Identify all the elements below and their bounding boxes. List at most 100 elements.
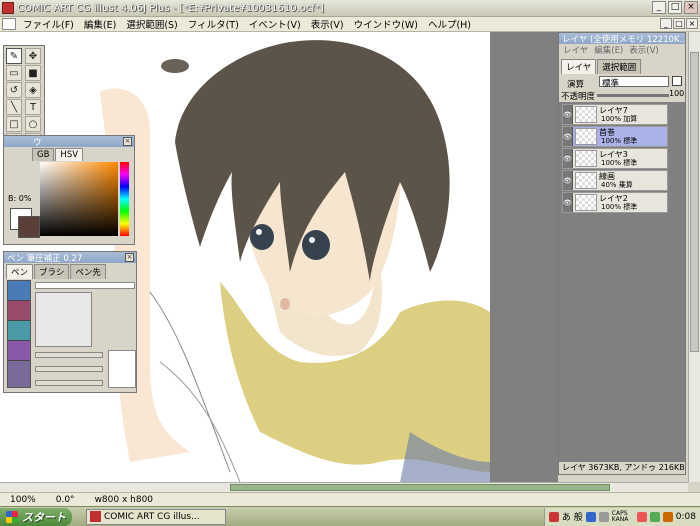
layer-memory-footer: レイヤ 3673KB, アンドゥ 216KB: [559, 462, 685, 474]
layer-panel: レイヤ (全使用メモリ 12210K… レイヤ 編集(E) 表示(V) レイヤ …: [558, 32, 686, 475]
ellipse-tool-icon[interactable]: ○: [25, 116, 41, 132]
zoom-level: 100%: [10, 494, 36, 505]
layer-row-layer3[interactable]: 👁 レイヤ3 100% 標準: [562, 148, 668, 169]
tray-app-icon[interactable]: [548, 511, 559, 522]
eye-icon[interactable]: 👁: [563, 193, 573, 212]
pen-panel: ペン 筆圧補正 0.27 × ペン ブラシ ペン先: [3, 251, 137, 393]
line-tool-icon[interactable]: ╲: [6, 99, 22, 115]
tab-hsv[interactable]: HSV: [55, 148, 84, 161]
start-button[interactable]: スタート: [0, 507, 72, 526]
menu-filter[interactable]: フィルタ(T): [183, 17, 244, 31]
tray-icon[interactable]: [649, 511, 660, 522]
brush-preset-icon[interactable]: [8, 341, 30, 361]
ime-tool-icon[interactable]: [598, 511, 609, 522]
close-icon[interactable]: ×: [125, 253, 134, 262]
tray-icon[interactable]: [636, 511, 647, 522]
layer-thumbnail: [575, 150, 597, 167]
bucket-icon[interactable]: ◈: [25, 82, 41, 98]
fill-rect-icon[interactable]: ■: [25, 65, 41, 81]
layer-menu-edit[interactable]: 編集(E): [594, 44, 623, 56]
blend-label: 演算: [567, 80, 585, 90]
document-icon[interactable]: [2, 18, 16, 30]
layer-thumbnail: [575, 172, 597, 189]
menu-help[interactable]: ヘルプ(H): [423, 17, 476, 31]
tab-selection[interactable]: 選択範囲: [597, 59, 642, 74]
layer-row-lineart[interactable]: 👁 線画 40% 乗算: [562, 170, 668, 191]
brush-preset-list[interactable]: [7, 280, 31, 388]
brush-preset-icon[interactable]: [8, 321, 30, 341]
menu-window[interactable]: ウインドウ(W): [349, 17, 423, 31]
color-panel-title: ウ: [33, 137, 42, 148]
layer-menu-layer[interactable]: レイヤ: [563, 44, 588, 56]
opacity-slider-track[interactable]: [597, 94, 669, 97]
minimize-button[interactable]: _: [652, 1, 666, 14]
tab-layer[interactable]: レイヤ: [561, 59, 597, 74]
move-tool-icon[interactable]: ✥: [25, 48, 41, 64]
menu-view[interactable]: 表示(V): [306, 17, 349, 31]
menu-bar: ファイル(F) 編集(E) 選択範囲(S) フィルタ(T) イベント(V) 表示…: [0, 17, 700, 32]
scroll-thumb[interactable]: [690, 52, 699, 352]
vertical-scrollbar[interactable]: [688, 32, 700, 482]
ime-tool-icon[interactable]: [585, 511, 596, 522]
scroll-thumb[interactable]: [230, 484, 610, 491]
layer-info: 100% 加算: [601, 114, 638, 123]
maximize-button[interactable]: □: [668, 1, 682, 14]
tab-brush[interactable]: ブラシ: [34, 264, 70, 279]
eye-icon[interactable]: 👁: [563, 149, 573, 168]
start-label: スタート: [22, 510, 66, 524]
pen-tool-icon[interactable]: ✎: [6, 48, 22, 64]
menu-edit[interactable]: 編集(E): [79, 17, 121, 31]
pressure-curve[interactable]: [108, 350, 136, 388]
task-label: COMIC ART CG illus...: [104, 511, 200, 522]
clock: 0:08: [675, 511, 696, 522]
tray-icon[interactable]: [662, 511, 673, 522]
doc-close-button[interactable]: ×: [686, 18, 698, 29]
rect-tool-icon[interactable]: □: [6, 116, 22, 132]
blend-mode-select[interactable]: 標準: [599, 76, 669, 89]
brush-size-slider[interactable]: [35, 282, 135, 289]
tab-pen-tip[interactable]: ペン先: [70, 264, 106, 279]
menu-event[interactable]: イベント(V): [244, 17, 306, 31]
menu-file[interactable]: ファイル(F): [18, 17, 79, 31]
rect-select-icon[interactable]: ▭: [6, 65, 22, 81]
lasso-icon[interactable]: ↺: [6, 82, 22, 98]
layer-info: 100% 標準: [601, 136, 638, 145]
doc-restore-button[interactable]: □: [673, 18, 685, 29]
close-button[interactable]: ×: [684, 1, 698, 14]
color-label: B: 0%: [8, 194, 32, 203]
windows-flag-icon: [6, 510, 18, 523]
layer-name: 線画: [599, 171, 615, 181]
density-slider[interactable]: [35, 380, 103, 386]
tab-pen[interactable]: ペン: [6, 264, 34, 279]
opacity-slider[interactable]: [35, 366, 103, 372]
layer-row-layer7[interactable]: 👁 レイヤ7 100% 加算: [562, 104, 668, 125]
text-tool-icon[interactable]: T: [25, 99, 41, 115]
layer-menu-view[interactable]: 表示(V): [629, 44, 658, 56]
doc-minimize-button[interactable]: _: [660, 18, 672, 29]
menu-selection[interactable]: 選択範囲(S): [121, 17, 182, 31]
ime-indicator[interactable]: あ 般: [562, 510, 583, 523]
layer-row-layer2[interactable]: 👁 レイヤ2 100% 標準: [562, 192, 668, 213]
layer-panel-title: レイヤ (全使用メモリ 12210K…: [562, 34, 685, 45]
tab-rgb[interactable]: GB: [32, 148, 55, 161]
blend-lock-icon[interactable]: [672, 76, 682, 86]
pressure-slider[interactable]: [35, 352, 103, 358]
taskbar-app-button[interactable]: COMIC ART CG illus...: [86, 508, 226, 525]
pen-panel-title: ペン 筆圧補正 0.27: [7, 253, 83, 264]
horizontal-scrollbar[interactable]: [0, 482, 688, 492]
close-icon[interactable]: ×: [123, 137, 132, 146]
eye-icon[interactable]: 👁: [563, 171, 573, 190]
eye-icon[interactable]: 👁: [563, 105, 573, 124]
system-tray: あ 般 CAPS KANA 0:08: [543, 507, 700, 526]
brush-preset-icon[interactable]: [8, 301, 30, 321]
layer-thumbnail: [575, 194, 597, 211]
layer-info: 100% 標準: [601, 158, 638, 167]
layer-name: レイヤ2: [599, 193, 628, 203]
color-field[interactable]: [40, 162, 118, 236]
brush-preset-icon[interactable]: [8, 281, 30, 301]
foreground-color-swatch[interactable]: [18, 216, 40, 238]
layer-row-scarf[interactable]: 👁 首巻 100% 標準: [562, 126, 668, 147]
layer-name: レイヤ7: [599, 105, 628, 115]
hue-slider[interactable]: [120, 162, 129, 236]
eye-icon[interactable]: 👁: [563, 127, 573, 146]
